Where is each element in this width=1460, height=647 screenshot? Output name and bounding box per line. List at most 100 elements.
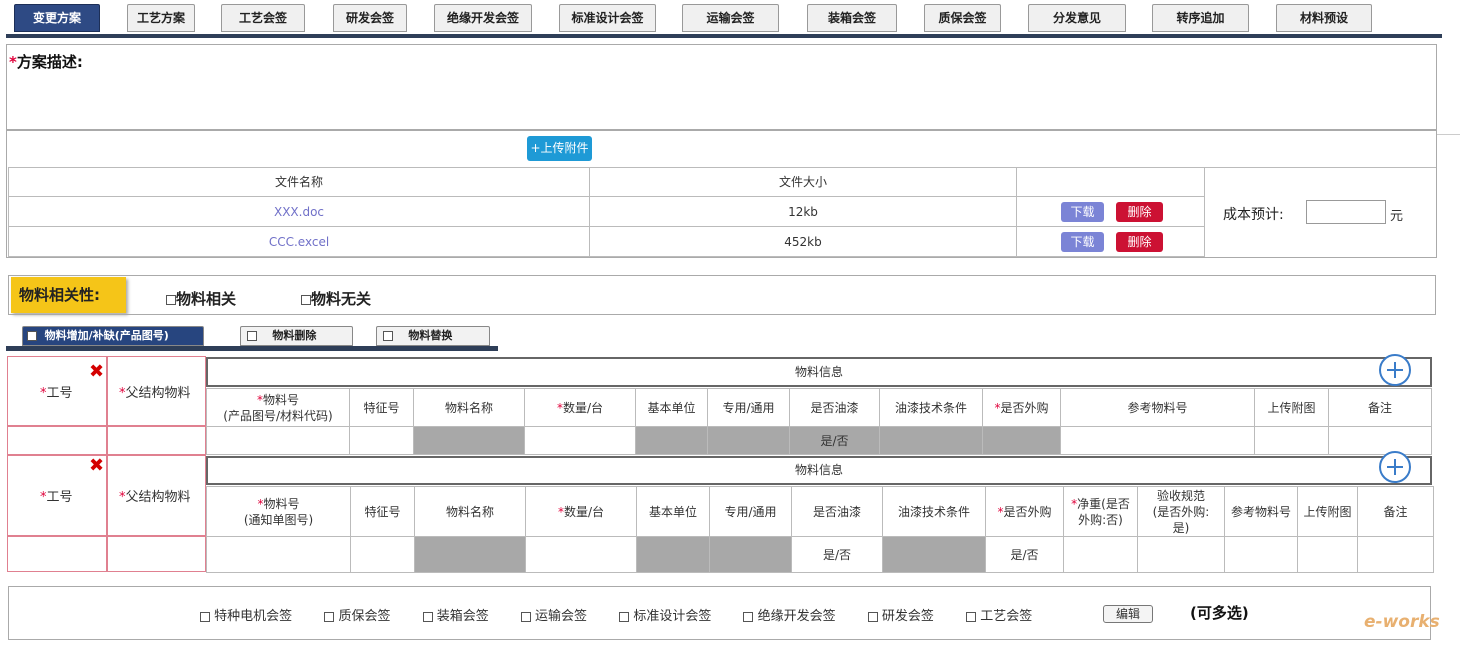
cell-input[interactable] bbox=[350, 536, 415, 573]
file-table: 文件名称 文件大小 XXX.doc 12kb 下载 删除 CCC.excel 45… bbox=[8, 167, 1205, 257]
signoff-process[interactable]: 工艺会签 bbox=[966, 609, 1032, 624]
subtab-label: 物料增加/补缺(产品图号) bbox=[44, 329, 169, 342]
download-button[interactable]: 下载 bbox=[1061, 231, 1104, 252]
tab-standard-design-signoff[interactable]: 标准设计会签 bbox=[559, 4, 656, 32]
tab-process-signoff[interactable]: 工艺会签 bbox=[221, 4, 305, 32]
divider bbox=[1437, 134, 1460, 135]
multi-select-note: (可多选) bbox=[1190, 604, 1249, 622]
option-label: 装箱会签 bbox=[436, 609, 489, 624]
cell-outsourced-select[interactable]: 是/否 bbox=[985, 536, 1064, 573]
file-name-link[interactable]: CCC.excel bbox=[269, 235, 329, 249]
tab-qa-signoff[interactable]: 质保会签 bbox=[924, 4, 1001, 32]
option-label: 质保会签 bbox=[338, 609, 391, 624]
delete-button[interactable]: 删除 bbox=[1116, 231, 1163, 252]
checkbox[interactable] bbox=[27, 331, 37, 341]
checkbox[interactable] bbox=[383, 331, 393, 341]
cell-input[interactable] bbox=[1063, 536, 1138, 573]
signoff-transport[interactable]: 运输会签 bbox=[520, 609, 587, 624]
parent-material-cell[interactable] bbox=[107, 426, 206, 455]
file-name-link[interactable]: XXX.doc bbox=[274, 205, 324, 219]
tab-distribution-opinion[interactable]: 分发意见 bbox=[1028, 4, 1126, 32]
cell-input[interactable] bbox=[524, 426, 636, 455]
cell-input[interactable] bbox=[206, 426, 350, 455]
file-table-header: 文件名称 文件大小 bbox=[8, 167, 1205, 197]
job-number-cell[interactable] bbox=[7, 536, 107, 572]
cell-input[interactable] bbox=[1137, 536, 1225, 573]
cell-input[interactable] bbox=[1328, 426, 1432, 455]
col-special-general: 专用/通用 bbox=[709, 486, 792, 537]
cost-input[interactable] bbox=[1306, 200, 1386, 224]
checkbox[interactable] bbox=[166, 294, 176, 305]
signoff-insulation[interactable]: 绝缘开发会签 bbox=[743, 609, 836, 624]
tab-packing-signoff[interactable]: 装箱会签 bbox=[807, 4, 897, 32]
cell-input[interactable] bbox=[1254, 426, 1329, 455]
cell-painted-select[interactable]: 是/否 bbox=[791, 536, 883, 573]
description-box[interactable]: *方案描述: bbox=[6, 44, 1437, 130]
signoff-standard-design[interactable]: 标准设计会签 bbox=[619, 609, 711, 624]
add-row-icon[interactable] bbox=[1379, 451, 1411, 483]
material-info-title: 物料信息 bbox=[206, 357, 1432, 387]
col-outsourced: *是否外购 bbox=[985, 486, 1064, 537]
checkbox[interactable] bbox=[743, 611, 754, 622]
checkbox[interactable] bbox=[867, 611, 878, 622]
checkbox[interactable] bbox=[324, 611, 335, 622]
cell-readonly bbox=[982, 426, 1061, 455]
col-file-name: 文件名称 bbox=[8, 167, 590, 197]
add-row-icon[interactable] bbox=[1379, 354, 1411, 386]
tab-process-plan[interactable]: 工艺方案 bbox=[127, 4, 195, 32]
cell-input[interactable] bbox=[1060, 426, 1255, 455]
cell-readonly bbox=[636, 536, 710, 573]
signoff-special-motor[interactable]: 特种电机会签 bbox=[200, 609, 292, 624]
edit-button[interactable]: 编辑 bbox=[1103, 605, 1153, 623]
tab-bar: 变更方案 工艺方案 工艺会签 研发会签 绝缘开发会签 标准设计会签 运输会签 装… bbox=[0, 0, 1460, 40]
material-unrelated-option[interactable]: 物料无关 bbox=[301, 288, 371, 309]
upload-attachment-button[interactable]: +上传附件 bbox=[527, 136, 592, 161]
tab-underline bbox=[6, 34, 1442, 38]
tab-material-preset[interactable]: 材料预设 bbox=[1276, 4, 1372, 32]
remove-row-icon[interactable]: ✖ bbox=[89, 363, 104, 381]
checkbox[interactable] bbox=[966, 611, 977, 622]
cell-input[interactable] bbox=[525, 536, 637, 573]
cell-input[interactable] bbox=[206, 536, 351, 573]
col-net-weight: *净重(是否 外购:否) bbox=[1063, 486, 1138, 537]
delete-button[interactable]: 删除 bbox=[1116, 201, 1163, 222]
subtab-material-add[interactable]: 物料增加/补缺(产品图号) bbox=[22, 326, 204, 346]
checkbox[interactable] bbox=[422, 611, 433, 622]
checkbox[interactable] bbox=[247, 331, 257, 341]
subtab-label: 物料替换 bbox=[408, 329, 453, 342]
tab-change-plan[interactable]: 变更方案 bbox=[14, 4, 100, 32]
subtab-material-delete[interactable]: 物料删除 bbox=[240, 326, 353, 346]
tab-insulation-signoff[interactable]: 绝缘开发会签 bbox=[434, 4, 532, 32]
cell-input[interactable] bbox=[349, 426, 414, 455]
col-material-name: 物料名称 bbox=[414, 486, 526, 537]
option-label: 绝缘开发会签 bbox=[757, 609, 836, 624]
cell-input[interactable] bbox=[1224, 536, 1298, 573]
cell-input[interactable] bbox=[1297, 536, 1358, 573]
parent-material-cell[interactable] bbox=[107, 536, 206, 572]
signoff-packing[interactable]: 装箱会签 bbox=[422, 609, 489, 624]
subtab-material-replace[interactable]: 物料替换 bbox=[376, 326, 490, 346]
tab-rd-signoff[interactable]: 研发会签 bbox=[333, 4, 407, 32]
checkbox[interactable] bbox=[200, 611, 210, 622]
checkbox[interactable] bbox=[520, 611, 531, 622]
checkbox[interactable] bbox=[619, 611, 630, 622]
material-related-option[interactable]: 物料相关 bbox=[166, 288, 236, 309]
remove-row-icon[interactable]: ✖ bbox=[89, 457, 104, 475]
cell-readonly bbox=[414, 536, 526, 573]
download-button[interactable]: 下载 bbox=[1061, 201, 1104, 222]
checkbox[interactable] bbox=[301, 294, 311, 305]
cell-painted-select[interactable]: 是/否 bbox=[789, 426, 880, 455]
signoff-rd[interactable]: 研发会签 bbox=[867, 609, 934, 624]
tab-transport-signoff[interactable]: 运输会签 bbox=[682, 4, 779, 32]
cell-input[interactable] bbox=[1357, 536, 1434, 573]
cell-readonly bbox=[882, 536, 986, 573]
tab-transfer-append[interactable]: 转序追加 bbox=[1152, 4, 1249, 32]
col-actions bbox=[1016, 167, 1205, 197]
table-header-row: *物料号 (通知单图号) 特征号 物料名称 *数量/台 基本单位 专用/通用 是… bbox=[206, 486, 1434, 537]
job-number-cell[interactable] bbox=[7, 426, 107, 455]
col-material-number: *物料号 (产品图号/材料代码) bbox=[206, 388, 350, 427]
parent-material-label: *父结构物料 bbox=[119, 386, 191, 401]
signoff-qa[interactable]: 质保会签 bbox=[324, 609, 390, 624]
col-upload-drawing: 上传附图 bbox=[1297, 486, 1358, 537]
col-paint-spec: 油漆技术条件 bbox=[882, 486, 986, 537]
